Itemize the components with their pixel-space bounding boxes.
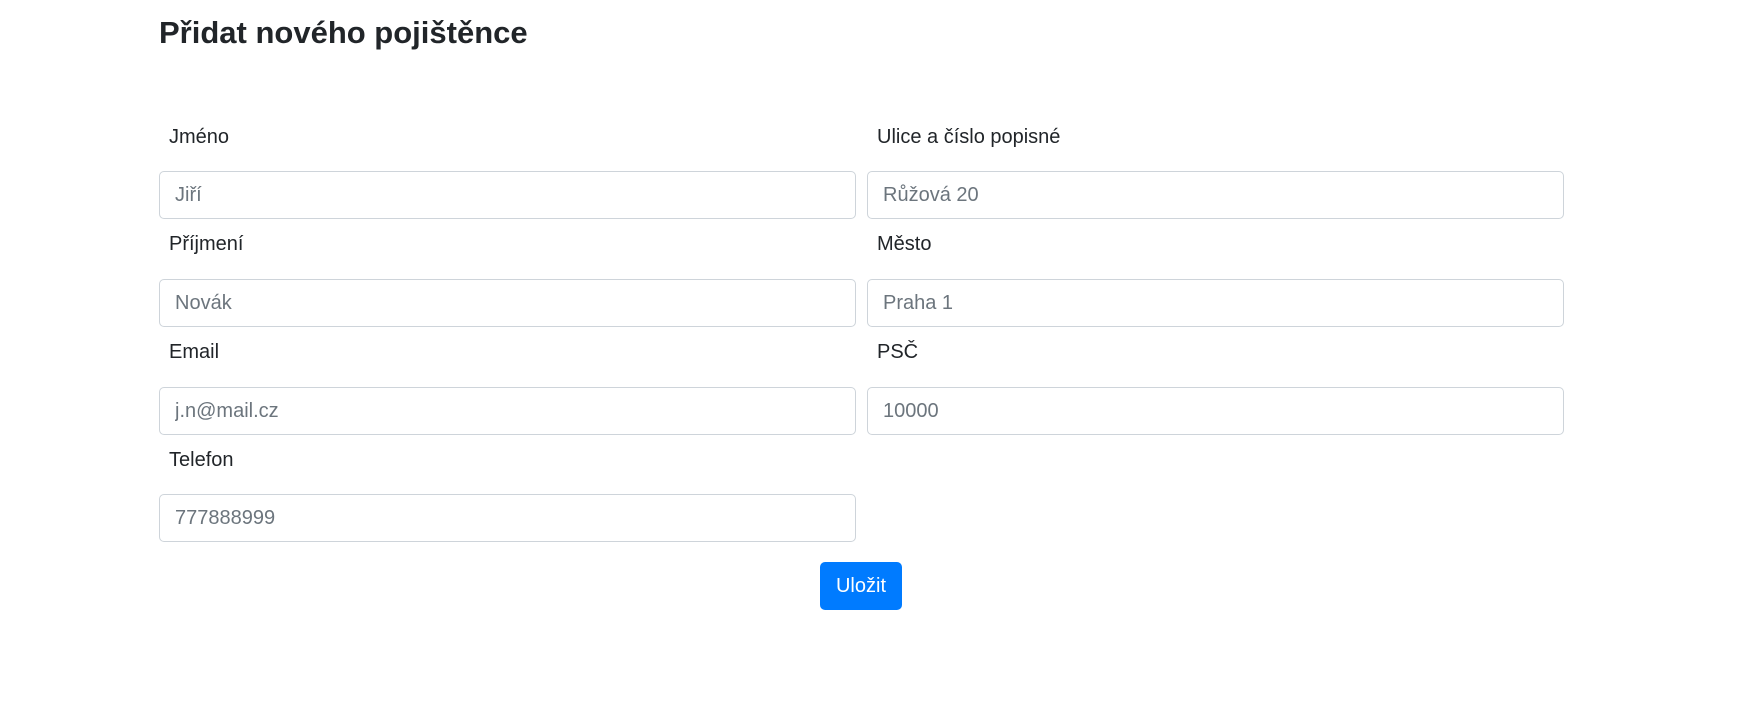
- last-name-input[interactable]: [159, 279, 856, 327]
- email-input[interactable]: [159, 387, 856, 435]
- last-name-label: Příjmení: [169, 233, 244, 255]
- first-name-input[interactable]: [159, 171, 856, 219]
- phone-label: Telefon: [169, 449, 234, 471]
- zip-input[interactable]: [867, 387, 1564, 435]
- zip-label: PSČ: [877, 341, 919, 363]
- insured-person-form: Jméno Ulice a číslo popisné Příjmení Měs…: [159, 0, 1565, 707]
- page: Přidat nového pojištěnce Jméno Ulice a č…: [0, 0, 1738, 707]
- street-label: Ulice a číslo popisné: [877, 126, 1061, 148]
- city-label: Město: [877, 233, 932, 255]
- city-input[interactable]: [867, 279, 1564, 327]
- street-input[interactable]: [867, 171, 1564, 219]
- phone-input[interactable]: [159, 494, 856, 542]
- email-label: Email: [169, 341, 220, 363]
- first-name-label: Jméno: [169, 126, 230, 148]
- save-button[interactable]: Uložit: [820, 562, 902, 610]
